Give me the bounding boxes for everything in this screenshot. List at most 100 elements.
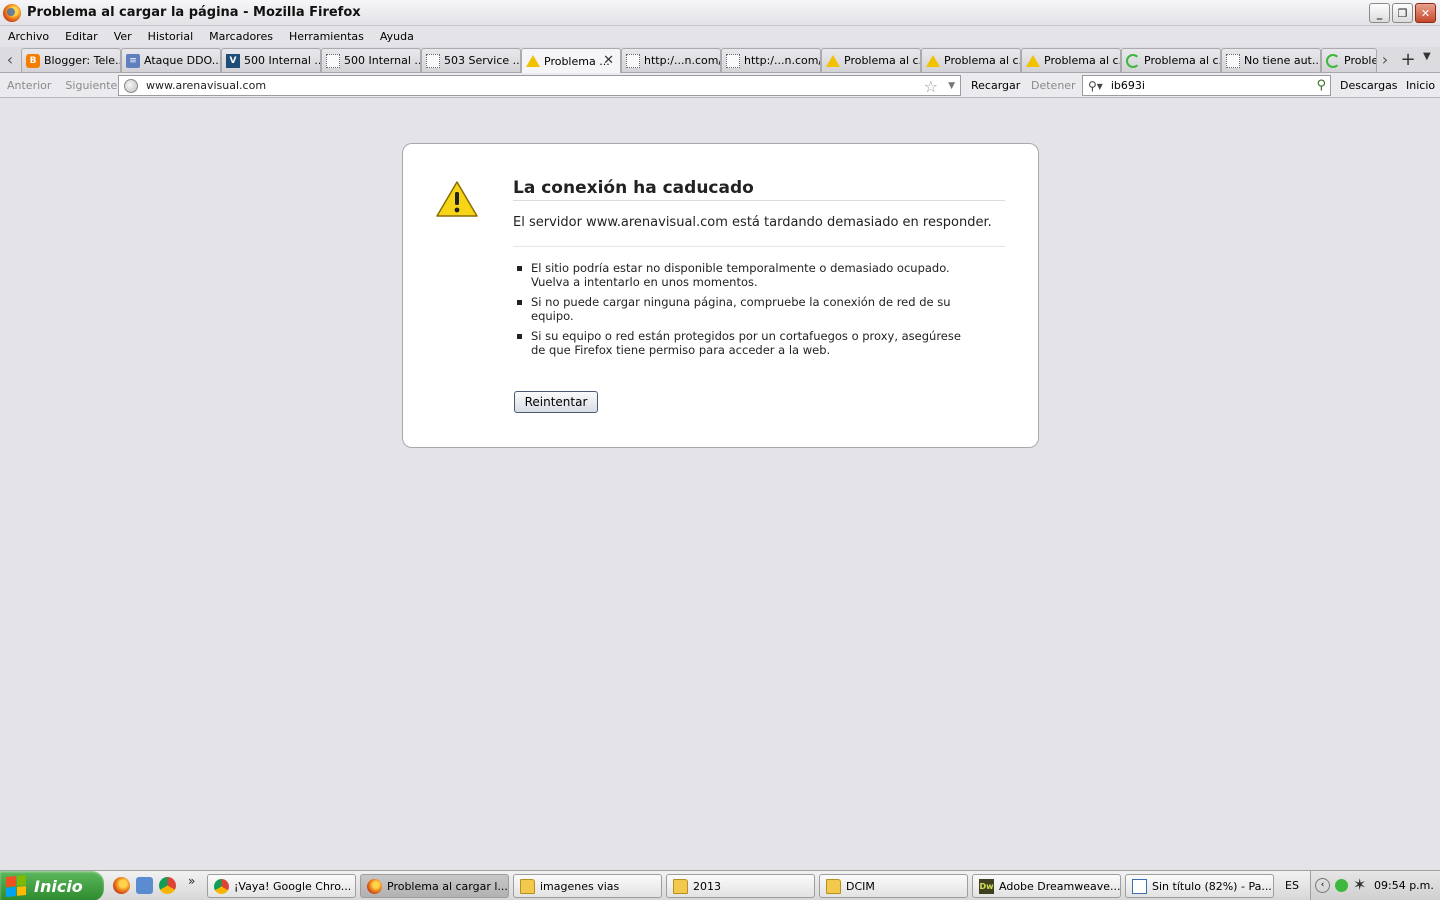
tab[interactable]: Proble [1321, 48, 1377, 72]
tab[interactable]: ≡ Ataque DDO... [121, 48, 221, 72]
firefox-icon [3, 3, 21, 22]
reload-button[interactable]: Recargar [971, 79, 1020, 92]
menu-editar[interactable]: Editar [65, 30, 98, 43]
tab[interactable]: Problema al c... [921, 48, 1021, 72]
taskbar-item[interactable]: DCIM [819, 874, 968, 898]
divider [513, 246, 1005, 247]
taskbar-item[interactable]: ¡Vaya! Google Chro... [207, 874, 356, 898]
tab[interactable]: http:/...n.com/ [621, 48, 721, 72]
divider [513, 200, 1005, 201]
tab-list-dropdown-icon[interactable]: ▼ [1423, 51, 1431, 62]
retry-button[interactable]: Reintentar [514, 391, 598, 413]
home-button[interactable]: Inicio [1406, 79, 1435, 92]
menu-historial[interactable]: Historial [148, 30, 193, 43]
menu-marcadores[interactable]: Marcadores [209, 30, 273, 43]
taskbar-item-label: imagenes vias [540, 879, 620, 893]
tab-active[interactable]: Problema ... ✕ [521, 48, 621, 73]
tab-label: Blogger: Tele... [44, 54, 121, 67]
paint-icon [1132, 878, 1147, 894]
tab[interactable]: Problema al c... [1121, 48, 1221, 72]
search-go-icon[interactable]: ⚲ [1316, 78, 1326, 93]
blank-page-icon [626, 53, 640, 68]
language-indicator[interactable]: ES [1285, 879, 1299, 892]
firefox-icon[interactable] [113, 877, 130, 894]
url-dropdown-icon[interactable]: ▼ [948, 81, 955, 91]
url-bar[interactable]: www.arenavisual.com ☆ ▼ [118, 75, 961, 96]
url-text[interactable]: www.arenavisual.com [146, 79, 266, 92]
loading-icon [1126, 53, 1140, 68]
taskbar-item-label: ¡Vaya! Google Chro... [234, 879, 352, 893]
dreamweaver-icon: Dw [979, 878, 994, 894]
firefox-icon [367, 878, 382, 894]
tab-scroll-right-icon[interactable]: › [1377, 51, 1393, 69]
menu-archivo[interactable]: Archivo [8, 30, 49, 43]
taskbar: Inicio » ¡Vaya! Google Chro... Problema … [0, 870, 1440, 900]
downloads-button[interactable]: Descargas [1340, 79, 1398, 92]
tab-bar: ‹ B Blogger: Tele... ≡ Ataque DDO... V 500 … [0, 47, 1440, 73]
taskbar-item-label: Adobe Dreamweave... [999, 879, 1121, 893]
taskbar-item[interactable]: Dw Adobe Dreamweave... [972, 874, 1121, 898]
tab[interactable]: http:/...n.com/ [721, 48, 821, 72]
tab[interactable]: V 500 Internal ... [221, 48, 321, 72]
tab[interactable]: B Blogger: Tele... [21, 48, 121, 72]
forward-button[interactable]: Siguiente [58, 79, 124, 92]
tab-label: Problema ... [544, 54, 610, 68]
taskbar-item-label: Problema al cargar l... [387, 879, 508, 893]
start-label: Inicio [34, 876, 83, 896]
tab-label: Ataque DDO... [144, 54, 221, 67]
taskbar-item-label: 2013 [693, 879, 721, 893]
search-input[interactable]: ib693i [1111, 79, 1145, 92]
star-icon[interactable]: ✶ [1353, 875, 1366, 894]
blank-page-icon [726, 53, 740, 68]
folder-icon [520, 878, 535, 894]
menu-ayuda[interactable]: Ayuda [380, 30, 414, 43]
menu-ver[interactable]: Ver [114, 30, 132, 43]
stop-button[interactable]: Detener [1031, 79, 1076, 92]
warning-icon [926, 54, 940, 67]
search-bar[interactable]: ⚲▾ ib693i ⚲ [1082, 75, 1331, 96]
taskbar-item[interactable]: imagenes vias [513, 874, 662, 898]
restore-button[interactable]: ❐ [1392, 3, 1413, 23]
quick-launch-more-icon[interactable]: » [188, 874, 195, 888]
tab[interactable]: 503 Service ... [421, 48, 521, 72]
tab-scroll-left-icon[interactable]: ‹ [2, 51, 18, 69]
error-title: La conexión ha caducado [513, 178, 754, 198]
menu-herramientas[interactable]: Herramientas [289, 30, 364, 43]
list-item: El sitio podría estar no disponible temp… [517, 261, 967, 289]
start-button[interactable]: Inicio [0, 871, 104, 900]
tab[interactable]: 500 Internal ... [321, 48, 421, 72]
close-tab-icon[interactable]: ✕ [603, 53, 614, 68]
error-description: El servidor www.arenavisual.com está tar… [513, 215, 992, 230]
tab-label: No tiene aut... [1244, 54, 1321, 67]
navigation-bar: Anterior Siguiente www.arenavisual.com ☆… [0, 73, 1440, 98]
minimize-button[interactable]: _ [1369, 3, 1390, 23]
blogger-icon: B [26, 53, 40, 68]
taskbar-item-active[interactable]: Problema al cargar l... [360, 874, 509, 898]
back-button[interactable]: Anterior [0, 79, 58, 92]
tab-label: Problema al c... [1144, 54, 1221, 67]
loading-icon [1326, 53, 1340, 68]
tab-label: 500 Internal ... [244, 54, 321, 67]
tab[interactable]: Problema al c... [821, 48, 921, 72]
clock[interactable]: 09:54 p.m. [1374, 879, 1434, 892]
taskbar-item[interactable]: 2013 [666, 874, 815, 898]
tab[interactable]: Problema al c... [1021, 48, 1121, 72]
tab-label: http:/...n.com/ [644, 54, 721, 67]
system-tray: ‹ ✶ 09:54 p.m. [1310, 871, 1440, 900]
warning-icon [1026, 54, 1040, 67]
network-icon[interactable] [1335, 879, 1348, 892]
tab-label: Problema al c... [1044, 54, 1121, 67]
warning-icon [826, 54, 840, 67]
search-engine-icon[interactable]: ⚲▾ [1088, 79, 1103, 93]
tab[interactable]: No tiene aut... [1221, 48, 1321, 72]
tray-expand-icon[interactable]: ‹ [1315, 878, 1330, 893]
error-page: La conexión ha caducado El servidor www.… [402, 143, 1039, 448]
chrome-icon[interactable] [159, 877, 176, 894]
new-tab-button[interactable]: + [1399, 49, 1417, 70]
ie-icon[interactable] [136, 877, 153, 894]
window-titlebar[interactable]: Problema al cargar la página - Mozilla F… [0, 0, 1440, 26]
blank-page-icon [426, 53, 440, 68]
bookmark-star-icon[interactable]: ☆ [924, 77, 938, 96]
close-window-button[interactable]: ✕ [1415, 3, 1436, 23]
taskbar-item[interactable]: Sin título (82%) - Pa... [1125, 874, 1274, 898]
